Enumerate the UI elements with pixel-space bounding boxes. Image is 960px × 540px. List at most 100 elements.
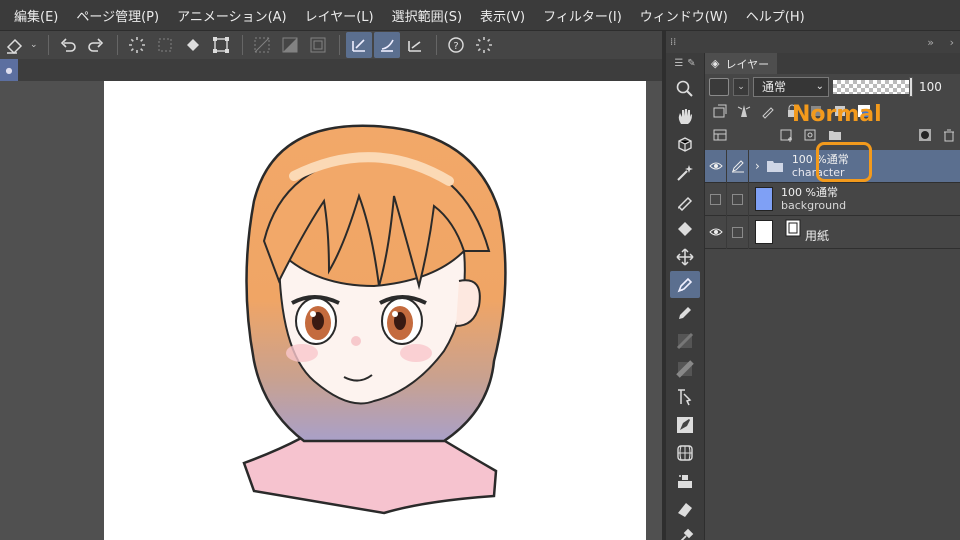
auto-select-tool[interactable] (670, 159, 700, 186)
help-button[interactable]: ? (443, 32, 469, 58)
layer-thumbnail (755, 187, 773, 211)
layer-color-button[interactable] (709, 77, 729, 96)
fill-selection-button[interactable] (180, 32, 206, 58)
redo-button[interactable] (83, 32, 109, 58)
opacity-slider[interactable] (833, 76, 913, 97)
chevron-right-icon[interactable]: » (927, 36, 934, 49)
gradient-tool[interactable] (670, 467, 700, 494)
ruler-button-2[interactable] (277, 32, 303, 58)
loading-button[interactable] (471, 32, 497, 58)
snap-curve-icon (380, 39, 394, 52)
menu-filter[interactable]: フィルター(I) (543, 6, 622, 25)
layer-tab[interactable]: ◈ レイヤー (705, 53, 778, 74)
new-vector-layer-button[interactable] (800, 125, 822, 145)
edit-target-toggle[interactable] (727, 215, 749, 249)
eyedropper-tool[interactable] (670, 523, 700, 540)
snap-ruler-button[interactable] (345, 32, 372, 58)
delete-layer-button[interactable] (938, 125, 960, 145)
pen-nib-icon (677, 277, 693, 292)
tool-palette-header: ☰ ✎ (666, 53, 704, 74)
eyedropper-select-tool[interactable] (670, 187, 700, 214)
menu-animation[interactable]: アニメーション(A) (177, 6, 287, 25)
vector-pen-tool[interactable] (670, 411, 700, 438)
paper-canvas[interactable] (104, 81, 646, 540)
layer-row-paper[interactable]: 用紙 (705, 215, 960, 249)
layer-thumbnail (755, 220, 773, 244)
frame-icon (310, 37, 326, 53)
menu-edit[interactable]: 編集(E) (14, 6, 58, 25)
mask-create-button[interactable] (914, 125, 936, 145)
menu-window[interactable]: ウィンドウ(W) (640, 6, 728, 25)
opacity-slider-thumb[interactable] (909, 76, 913, 97)
snap-ruler-icon (351, 39, 365, 52)
visibility-checkbox[interactable] (710, 193, 721, 205)
ruler-button-3[interactable] (305, 32, 331, 58)
layer-property-button[interactable] (709, 125, 731, 145)
menu-layer[interactable]: レイヤー(L) (305, 6, 374, 25)
decoration-tool[interactable] (670, 383, 700, 410)
hand-tool[interactable] (670, 103, 700, 130)
crop-selection-button[interactable] (152, 32, 178, 58)
canvas-area[interactable] (0, 81, 662, 540)
undo-button[interactable] (55, 32, 81, 58)
fountain-pen-icon (677, 416, 693, 433)
snap-special-ruler-button[interactable] (402, 32, 428, 58)
sphere-grid-icon (677, 444, 693, 461)
menu-page-management[interactable]: ページ管理(P) (76, 6, 159, 25)
clip-icon (713, 104, 727, 118)
pencil-tool[interactable] (670, 299, 700, 326)
command-bar: ⌄ ? (0, 31, 662, 59)
grip-icon[interactable]: ☰ (674, 58, 683, 69)
app-window: 編集(E) ページ管理(P) アニメーション(A) レイヤー(L) 選択範囲(S… (0, 0, 960, 540)
grip-icon[interactable]: ⁞⁞ (670, 37, 676, 48)
fill-bucket-dropdown-button[interactable] (2, 32, 28, 58)
blend-mode-value: 通常 (762, 80, 787, 94)
edit-target-toggle[interactable] (727, 182, 749, 216)
move-tool[interactable] (670, 243, 700, 270)
edit-target-toggle[interactable] (727, 149, 749, 183)
visibility-toggle[interactable] (705, 215, 727, 249)
pen-icon (731, 160, 744, 173)
tool-palette: ☰ ✎ (666, 53, 704, 540)
cursor-arrow-icon (678, 388, 692, 405)
eyedropper-icon (680, 528, 694, 540)
snap-curve-button[interactable] (373, 32, 400, 58)
zoom-tool[interactable] (670, 75, 700, 102)
dot-icon: ● (5, 65, 13, 75)
draft-button[interactable] (757, 101, 779, 121)
paint-bucket-icon (678, 221, 692, 236)
svg-text:?: ? (453, 41, 458, 52)
opacity-value[interactable]: 100 (919, 80, 942, 94)
airbrush-tool[interactable] (670, 355, 700, 382)
blend-mode-select[interactable]: 通常 ⌄ (753, 76, 829, 97)
visibility-toggle[interactable] (705, 149, 727, 183)
operation-tool[interactable] (670, 131, 700, 158)
ruler-button-1[interactable] (249, 32, 275, 58)
chevron-right-icon[interactable]: › (950, 36, 954, 49)
menu-view[interactable]: 表示(V) (480, 6, 525, 25)
menu-selection[interactable]: 選択範囲(S) (392, 6, 462, 25)
canvas-tab[interactable]: ● (0, 59, 18, 81)
menu-help[interactable]: ヘルプ(H) (746, 6, 805, 25)
edit-target-checkbox[interactable] (732, 226, 743, 238)
eye-icon (708, 228, 723, 236)
fill-tool[interactable] (670, 215, 700, 242)
clip-button[interactable] (709, 101, 731, 121)
brush-tool[interactable] (670, 327, 700, 354)
reference-button[interactable] (733, 101, 755, 121)
hand-icon (678, 108, 692, 124)
folder-expand-chevron-icon[interactable]: › (755, 159, 760, 173)
visibility-toggle[interactable] (705, 182, 727, 216)
brush-icon: ✎ (687, 58, 696, 69)
deselect-button[interactable] (124, 32, 150, 58)
new-raster-layer-button[interactable] (776, 125, 798, 145)
frame-border-tool[interactable] (670, 439, 700, 466)
chevron-down-icon[interactable]: ⌄ (30, 40, 38, 50)
pen-tool[interactable] (670, 271, 700, 298)
edit-target-checkbox[interactable] (732, 193, 743, 205)
layer-row-background[interactable]: 100 %通常 background (705, 182, 960, 216)
transform-button[interactable] (208, 32, 234, 58)
paper-icon (785, 219, 801, 237)
eraser-tool[interactable] (670, 495, 700, 522)
chevron-down-icon[interactable]: ⌄ (733, 77, 749, 96)
